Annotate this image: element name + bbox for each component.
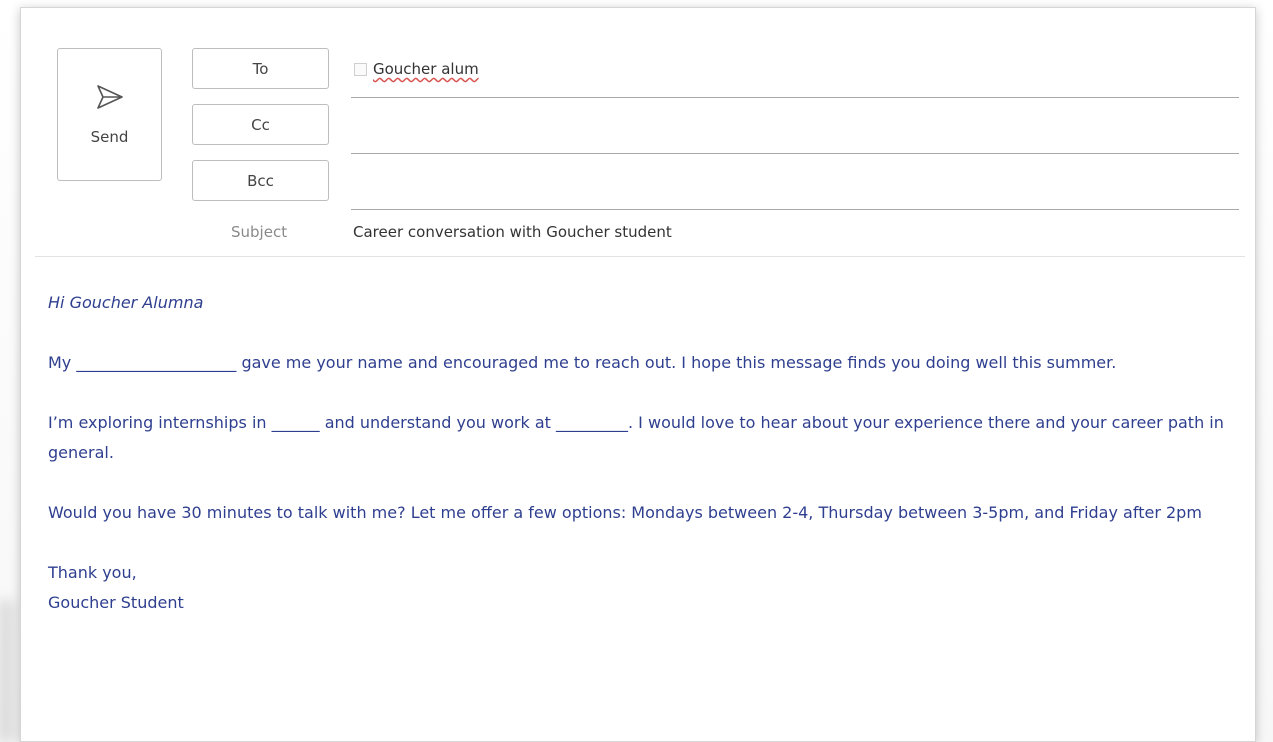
send-button[interactable]: Send bbox=[57, 48, 162, 181]
to-button[interactable]: To bbox=[192, 48, 329, 89]
body-paragraph-3: Would you have 30 minutes to talk with m… bbox=[48, 503, 1202, 522]
bcc-field[interactable] bbox=[351, 209, 1239, 210]
to-recipient-chip[interactable]: Goucher alum bbox=[354, 60, 479, 78]
to-recipient-name: Goucher alum bbox=[373, 60, 479, 78]
to-field[interactable] bbox=[351, 97, 1239, 98]
body-signature: Goucher Student bbox=[48, 593, 184, 612]
cc-field[interactable] bbox=[351, 153, 1239, 154]
cc-button-label: Cc bbox=[251, 115, 270, 134]
subject-input[interactable]: Career conversation with Goucher student bbox=[353, 223, 672, 241]
message-body[interactable]: Hi Goucher Alumna My ___________________… bbox=[48, 288, 1238, 618]
body-paragraph-1: My ____________________ gave me your nam… bbox=[48, 353, 1117, 372]
send-label: Send bbox=[90, 127, 129, 146]
body-closing: Thank you, bbox=[48, 563, 137, 582]
compose-window: Send To Cc Bcc Goucher alum Subject Care… bbox=[20, 7, 1256, 742]
body-greeting: Hi Goucher Alumna bbox=[48, 293, 204, 312]
cc-button[interactable]: Cc bbox=[192, 104, 329, 145]
recipient-checkbox[interactable] bbox=[354, 62, 367, 76]
to-button-label: To bbox=[252, 59, 269, 78]
body-paragraph-2: I’m exploring internships in ______ and … bbox=[48, 413, 1224, 462]
send-icon bbox=[96, 84, 123, 109]
shadow-edge bbox=[0, 600, 20, 742]
header-divider bbox=[35, 256, 1245, 257]
subject-label: Subject bbox=[231, 223, 288, 241]
page: Send To Cc Bcc Goucher alum Subject Care… bbox=[0, 0, 1273, 742]
bcc-button[interactable]: Bcc bbox=[192, 160, 329, 201]
bcc-button-label: Bcc bbox=[247, 171, 274, 190]
